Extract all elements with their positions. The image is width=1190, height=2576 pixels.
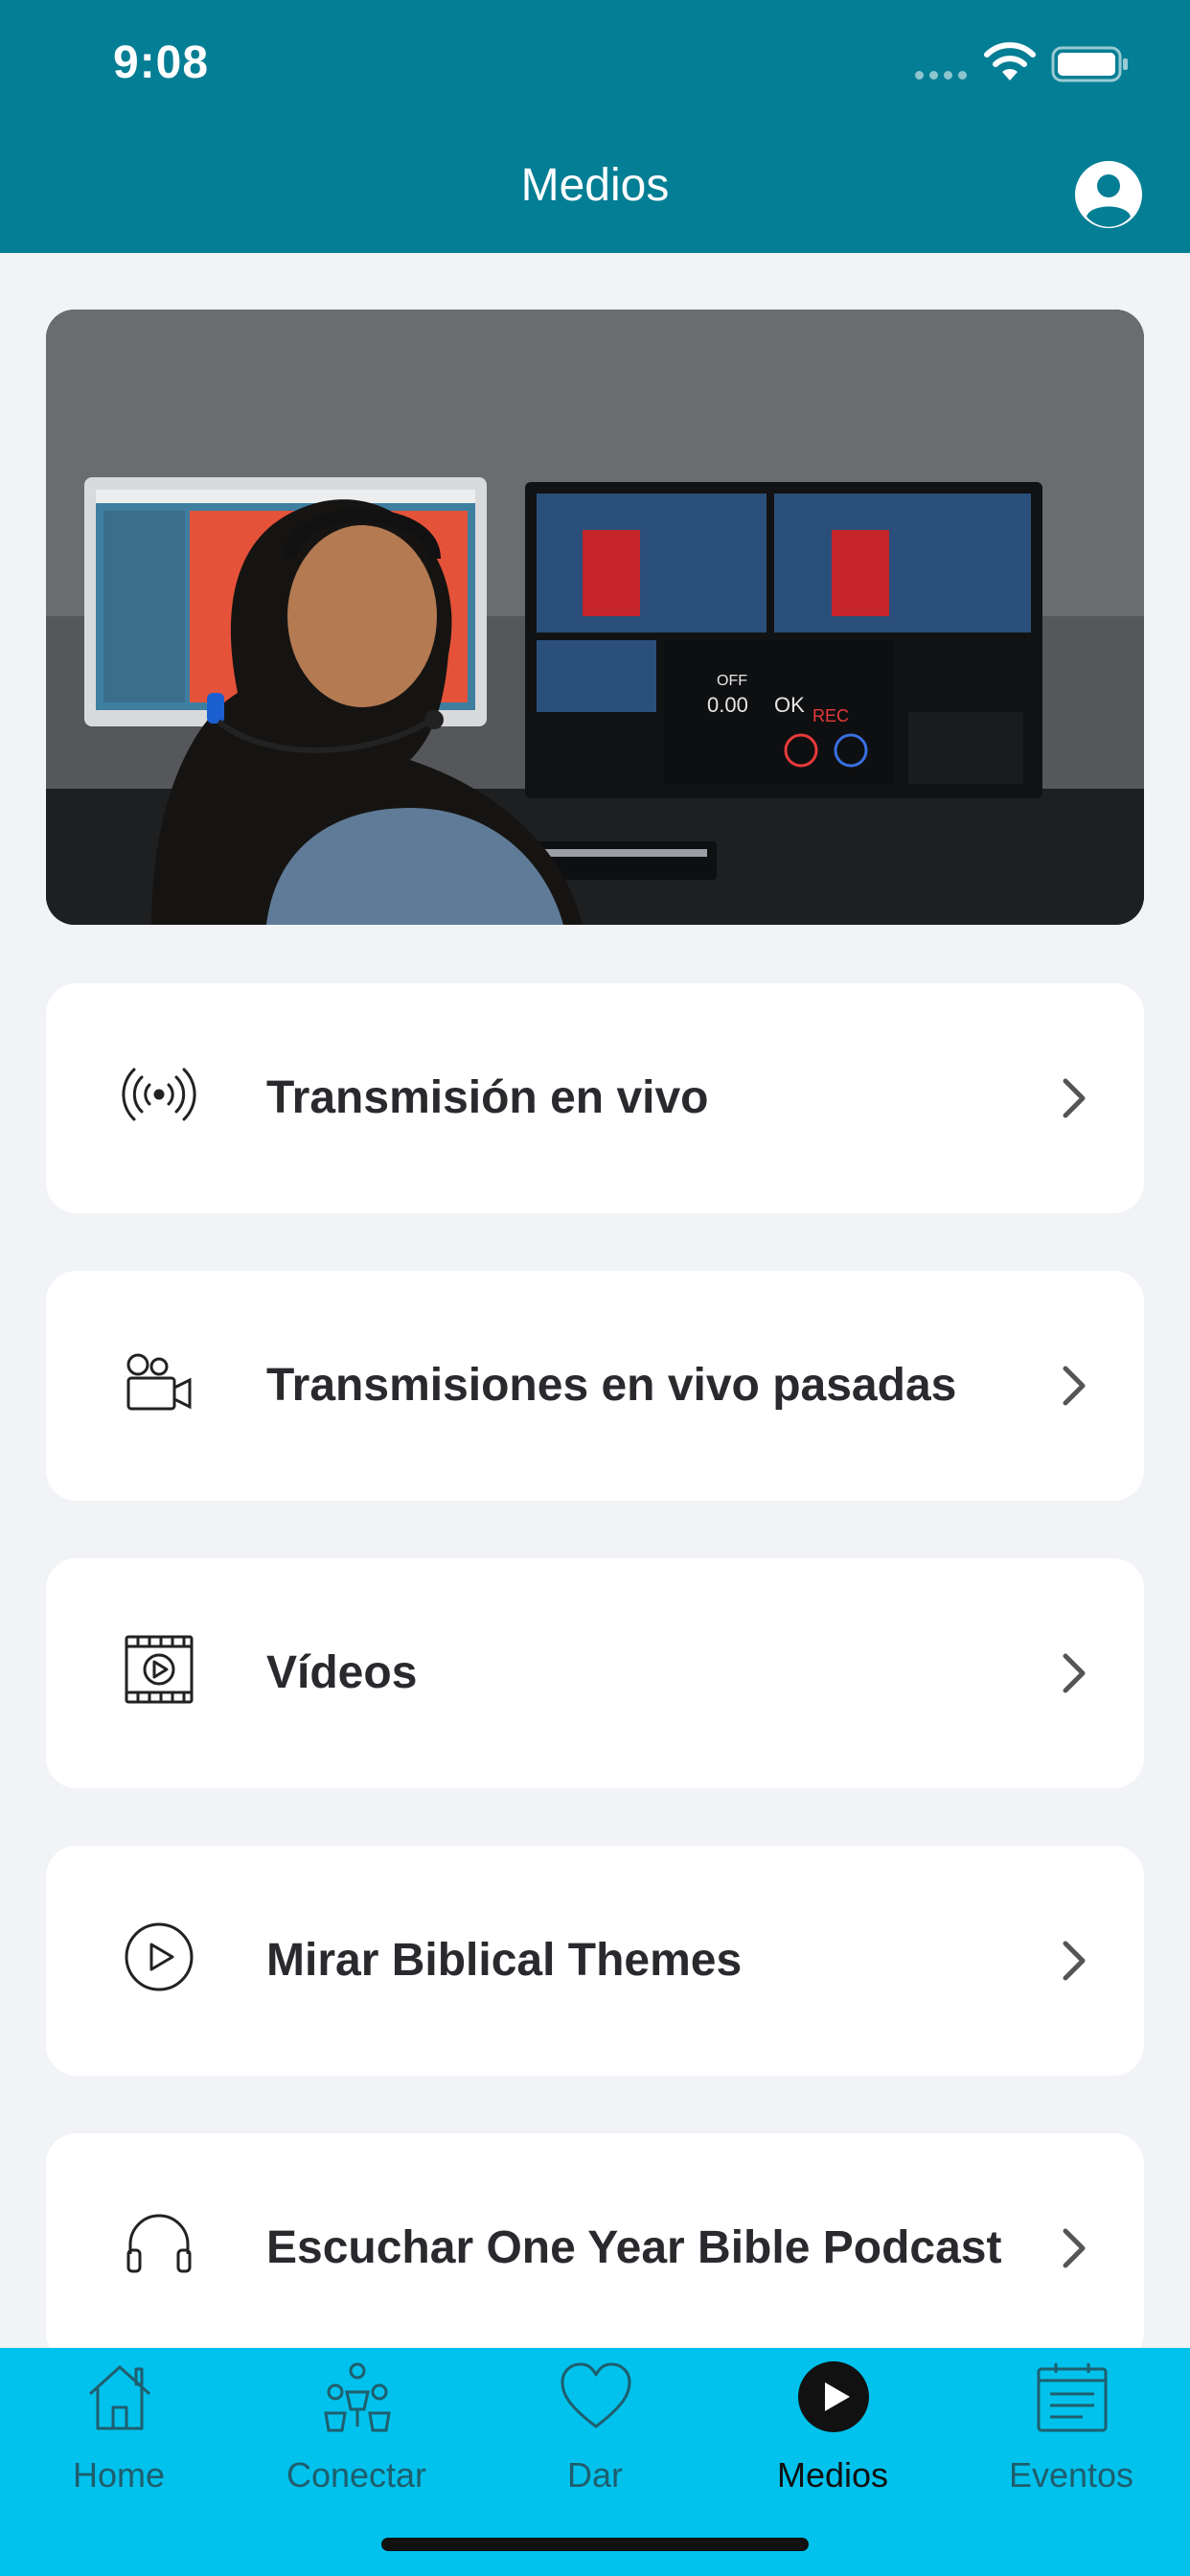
tab-label: Medios: [776, 2455, 889, 2495]
broadcast-icon: [122, 1068, 196, 1121]
tab-label: Eventos: [1008, 2455, 1134, 2495]
menu-item-label: Mirar Biblical Themes: [266, 1935, 743, 1986]
play-circle-icon: [125, 1922, 194, 1991]
calendar-icon: [1037, 2363, 1108, 2432]
status-time: 9:08: [113, 37, 210, 88]
menu-item-label: Transmisión en vivo: [266, 1072, 709, 1123]
svg-text:OFF: OFF: [717, 673, 747, 689]
profile-icon[interactable]: [1073, 159, 1144, 230]
wifi-icon: [984, 42, 1036, 80]
chevron-right-icon: [1063, 1366, 1086, 1406]
svg-text:OK: OK: [774, 693, 805, 717]
tab-label: Conectar: [286, 2455, 427, 2495]
tab-label: Dar: [566, 2455, 623, 2495]
chevron-right-icon: [1063, 2228, 1086, 2268]
headphones-icon: [126, 2214, 192, 2273]
chevron-right-icon: [1063, 1078, 1086, 1118]
video-camera-icon: [126, 1353, 192, 1411]
hero-image: 0.00 OK OFF REC: [46, 310, 1144, 925]
menu-item-videos[interactable]: Vídeos: [46, 1558, 1144, 1788]
menu-item-label: Vídeos: [266, 1647, 418, 1698]
menu-item-label: Transmisiones en vivo pasadas: [266, 1360, 957, 1411]
menu-item-label: Escuchar One Year Bible Podcast: [266, 2222, 1002, 2273]
play-circle-filled-icon: [798, 2361, 869, 2432]
chevron-right-icon: [1063, 1653, 1086, 1693]
page-title: Medios: [520, 160, 670, 211]
heart-icon: [561, 2362, 631, 2428]
tab-dar[interactable]: Dar: [476, 2348, 714, 2511]
home-indicator: [381, 2538, 809, 2551]
film-play-icon: [125, 1635, 194, 1704]
battery-icon: [1051, 46, 1128, 82]
menu-item-podcast[interactable]: Escuchar One Year Bible Podcast: [46, 2133, 1144, 2363]
svg-text:REC: REC: [812, 706, 849, 725]
menu-item-past-live-streams[interactable]: Transmisiones en vivo pasadas: [46, 1271, 1144, 1501]
header: 9:08 Medios: [0, 0, 1190, 253]
menu-item-live-stream[interactable]: Transmisión en vivo: [46, 983, 1144, 1213]
people-icon: [324, 2362, 391, 2432]
home-icon: [88, 2365, 151, 2430]
svg-text:0.00: 0.00: [707, 693, 748, 717]
menu-item-biblical-themes[interactable]: Mirar Biblical Themes: [46, 1846, 1144, 2076]
tab-medios[interactable]: Medios: [714, 2348, 951, 2511]
tab-conectar[interactable]: Conectar: [238, 2348, 475, 2511]
chevron-right-icon: [1063, 1941, 1086, 1981]
tab-eventos[interactable]: Eventos: [952, 2348, 1190, 2511]
cellular-signal-icon: [915, 71, 967, 80]
tab-label: Home: [72, 2455, 166, 2495]
tab-home[interactable]: Home: [0, 2348, 238, 2511]
